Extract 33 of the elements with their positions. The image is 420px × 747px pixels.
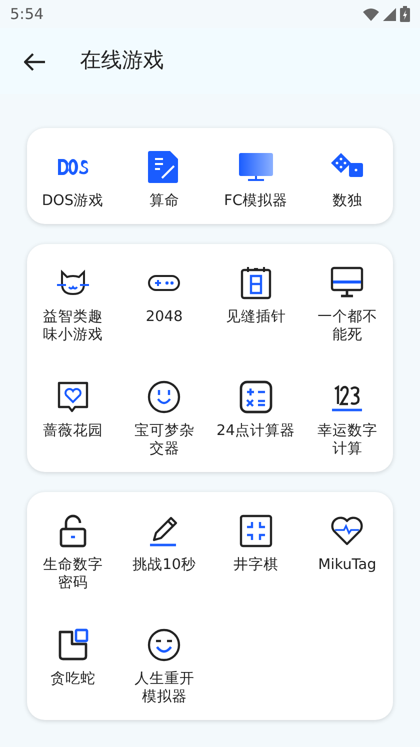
calendar-icon [238,266,273,300]
page-title: 在线游戏 [80,47,164,74]
heart-chat-icon [56,380,90,414]
game-label[interactable]: 蔷薇花园 [38,422,107,440]
game-label[interactable]: 人生重开模拟器 [130,670,198,706]
grin-icon [147,628,182,662]
game-label[interactable]: 24点计算器 [214,422,298,440]
computer-icon [330,266,364,300]
game-label[interactable]: 见缝插针 [222,308,290,326]
game-label[interactable]: DOS游戏 [30,192,115,210]
heartbeat-icon [330,514,364,548]
battery-icon [400,6,410,22]
game-label[interactable]: MikuTag [305,556,390,574]
calculator-icon [238,380,273,414]
game-label[interactable]: 2048 [122,308,206,326]
game-label[interactable]: 宝可梦杂交器 [130,422,198,458]
smile-icon [147,380,182,414]
monitor-icon [238,150,273,184]
game-label[interactable]: 生命数字密码 [38,556,107,592]
game-label[interactable]: 一个都不能死 [313,308,382,344]
game-label[interactable]: 井字棋 [222,556,290,574]
game-label[interactable]: 幸运数字计算 [313,422,382,458]
game-label[interactable]: 益智类趣味小游戏 [38,308,107,344]
wifi-icon [363,8,379,20]
game-label[interactable]: 贪吃蛇 [38,670,107,688]
status-time: 5:54 [10,4,44,25]
back-icon [24,52,46,71]
game-label[interactable]: 数独 [313,192,382,210]
game-label[interactable]: 算命 [130,192,198,210]
signal-icon [383,8,396,20]
corners-icon [238,514,273,548]
game-label[interactable]: FC模拟器 [214,192,298,210]
game-label[interactable]: 挑战10秒 [122,556,206,574]
